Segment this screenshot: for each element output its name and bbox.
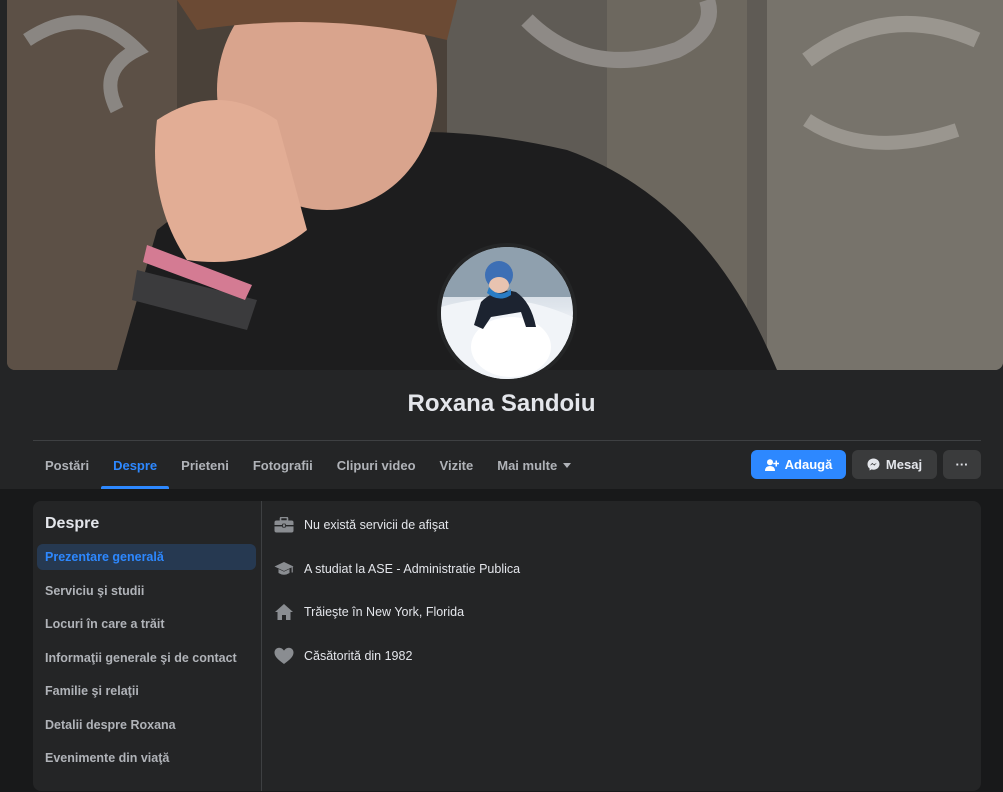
message-button[interactable]: Mesaj <box>852 450 937 479</box>
about-title: Despre <box>45 515 100 532</box>
tab-despre[interactable]: Despre <box>101 441 170 489</box>
list-item: A studiat la ASE - Administratie Publica <box>273 557 520 601</box>
heart-icon <box>273 646 295 666</box>
tab-vizite[interactable]: Vizite <box>428 441 486 489</box>
add-friend-button[interactable]: Adaugă <box>751 450 846 479</box>
more-dots-icon: ··· <box>955 457 969 472</box>
nav-item-locuri[interactable]: Locuri în care a trăit <box>37 611 256 637</box>
nav-item-evenimente[interactable]: Evenimente din viaţă <box>37 745 256 771</box>
nav-item-serviciu-studii[interactable]: Serviciu şi studii <box>37 578 256 604</box>
add-friend-icon <box>764 458 779 471</box>
nav-item-familie-relatii[interactable]: Familie şi relaţii <box>37 678 256 704</box>
add-friend-label: Adaugă <box>784 457 833 472</box>
about-card: Despre Prezentare generală Serviciu şi s… <box>33 501 981 791</box>
tab-postari[interactable]: Postări <box>33 441 101 489</box>
list-item: Nu există servicii de afişat <box>273 513 520 557</box>
nav-item-informatii-contact[interactable]: Informaţii generale şi de contact <box>37 645 256 671</box>
message-label: Mesaj <box>885 457 923 472</box>
profile-name: Roxana Sandoiu <box>407 390 596 417</box>
profile-actions: Adaugă Mesaj ··· <box>751 450 981 479</box>
tab-prieteni[interactable]: Prieteni <box>169 441 241 489</box>
briefcase-icon <box>273 515 295 535</box>
nav-item-prezentare-generala[interactable]: Prezentare generală <box>37 544 256 570</box>
tab-label: Vizite <box>439 457 474 473</box>
profile-header: Roxana Sandoiu Postări Despre Prieteni F… <box>0 0 1003 489</box>
tab-clipuri-video[interactable]: Clipuri video <box>325 441 428 489</box>
about-sidebar: Despre Prezentare generală Serviciu şi s… <box>33 501 262 791</box>
tab-label: Postări <box>45 457 90 473</box>
tab-label: Prieteni <box>181 457 229 473</box>
relationship-info-text: Căsătorită din 1982 <box>304 648 413 663</box>
work-info-text: Nu există servicii de afişat <box>304 518 449 532</box>
more-options-button[interactable]: ··· <box>943 450 981 479</box>
tab-mai-multe[interactable]: Mai multe <box>485 441 583 489</box>
nav-item-detalii[interactable]: Detalii despre Roxana <box>37 712 256 738</box>
about-nav-list: Prezentare generală Serviciu şi studii L… <box>37 544 256 779</box>
residence-info-text: Trăieşte în New York, Florida <box>304 605 465 619</box>
list-item: Căsătorită din 1982 <box>273 644 520 688</box>
profile-tabs: Postări Despre Prieteni Fotografii Clipu… <box>33 441 583 489</box>
graduation-cap-icon <box>273 559 295 579</box>
tab-label: Fotografii <box>252 457 313 473</box>
tab-label: Clipuri video <box>336 457 416 473</box>
tab-label: Despre <box>113 457 158 473</box>
caret-down-icon <box>563 462 572 468</box>
about-overview: Nu există servicii de afişat A studiat l… <box>273 513 520 687</box>
tab-label: Mai multe <box>497 457 558 473</box>
tab-fotografii[interactable]: Fotografii <box>241 441 325 489</box>
list-item: Trăieşte în New York, Florida <box>273 600 520 644</box>
profile-avatar[interactable] <box>437 243 577 383</box>
messenger-icon <box>867 458 880 471</box>
home-icon <box>273 602 295 622</box>
education-info-text: A studiat la ASE - Administratie Publica <box>304 561 521 576</box>
